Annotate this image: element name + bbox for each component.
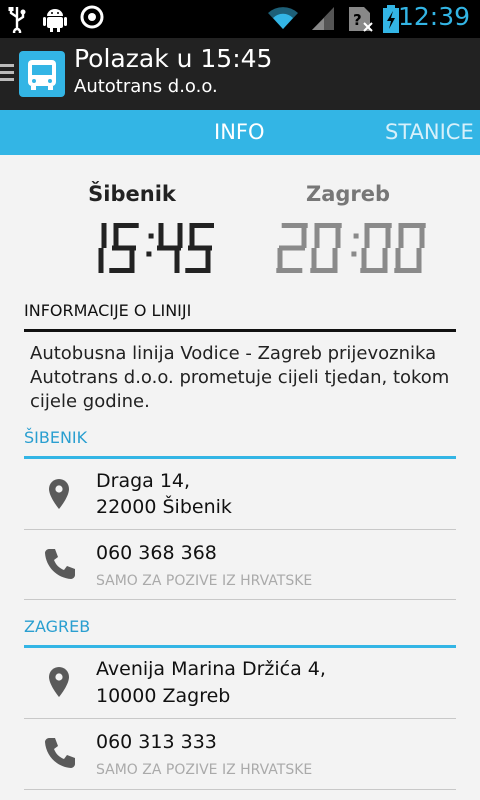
lcd-segment [109, 268, 134, 273]
status-clock: 12:39 [397, 2, 470, 31]
lcd-segment [385, 223, 391, 248]
lcd-colon [351, 251, 357, 257]
address-line-1[interactable]: Draga 14, [96, 468, 190, 494]
phone-note: SAMO ZA POZIVE IZ HRVATSKE [96, 762, 313, 778]
row-divider [24, 789, 456, 790]
station-header-zagreb: ZAGREB [24, 617, 456, 648]
lcd-segment [98, 248, 104, 273]
lcd-segment [101, 223, 107, 248]
lcd-segment [177, 223, 183, 248]
lcd-colon [148, 233, 154, 239]
lcd-segment [419, 223, 425, 248]
phone-note: SAMO ZA POZIVE IZ HRVATSKE [96, 573, 313, 589]
lcd-segment [185, 268, 210, 273]
address-line-2[interactable]: 22000 Šibenik [96, 494, 232, 520]
android-debug-icon [43, 9, 67, 32]
phone-icon[interactable] [42, 546, 78, 582]
line-description: Autobusna linija Vodice - Zagreb prijevo… [30, 343, 450, 412]
lcd-segment [364, 223, 370, 248]
location-pin-icon[interactable] [42, 665, 76, 699]
row-divider [24, 529, 456, 530]
lcd-segment [174, 248, 180, 273]
lcd-segment [158, 223, 164, 248]
bus-app-icon[interactable] [19, 51, 65, 97]
tab-stanice[interactable]: STANICE [385, 120, 474, 144]
action-bar: Polazak u 15:45 Autotrans d.o.o. [0, 38, 480, 110]
lcd-colon [146, 251, 152, 257]
address-line-1[interactable]: Avenija Marina Držića 4, [96, 656, 326, 682]
lcd-colon [353, 233, 359, 239]
no-sim-icon: ? [349, 7, 373, 32]
departure-city: Šibenik [88, 182, 176, 206]
page-subtitle: Autotrans d.o.o. [74, 76, 218, 97]
phone-number[interactable]: 060 368 368 [96, 540, 217, 566]
station-header-sibenik: ŠIBENIK [24, 428, 456, 459]
svg-text:?: ? [353, 11, 362, 29]
lcd-segment [361, 248, 367, 273]
lcd-segment [301, 223, 307, 248]
app-notification-icon [80, 5, 104, 29]
lcd-segment [311, 248, 317, 273]
usb-icon [8, 7, 26, 33]
lcd-segment [398, 223, 404, 248]
arrival-time [276, 223, 426, 273]
row-divider [24, 718, 456, 719]
address-line-2[interactable]: 10000 Zagreb [96, 683, 230, 709]
lcd-segment [314, 223, 320, 248]
wifi-icon [268, 7, 298, 29]
row-divider [24, 599, 456, 600]
status-bar: ? 12:39 [0, 0, 480, 38]
phone-icon[interactable] [42, 735, 78, 771]
lcd-segment [395, 248, 401, 273]
location-pin-icon[interactable] [42, 477, 76, 511]
page-title: Polazak u 15:45 [74, 44, 273, 73]
drawer-icon[interactable] [0, 64, 14, 84]
lcd-segment [276, 268, 303, 273]
lcd-segment [189, 223, 195, 248]
departure-time [98, 223, 214, 273]
lcd-segment [113, 223, 119, 248]
signal-icon [312, 7, 334, 30]
tab-info[interactable]: INFO [214, 120, 265, 144]
lcd-segment [279, 245, 305, 251]
lcd-segment [335, 223, 341, 248]
info-section-header: INFORMACIJE O LINIJI [24, 301, 456, 332]
phone-number[interactable]: 060 313 333 [96, 729, 217, 755]
tab-bar: INFO STANICE [0, 110, 480, 155]
arrival-city: Zagreb [305, 182, 391, 206]
